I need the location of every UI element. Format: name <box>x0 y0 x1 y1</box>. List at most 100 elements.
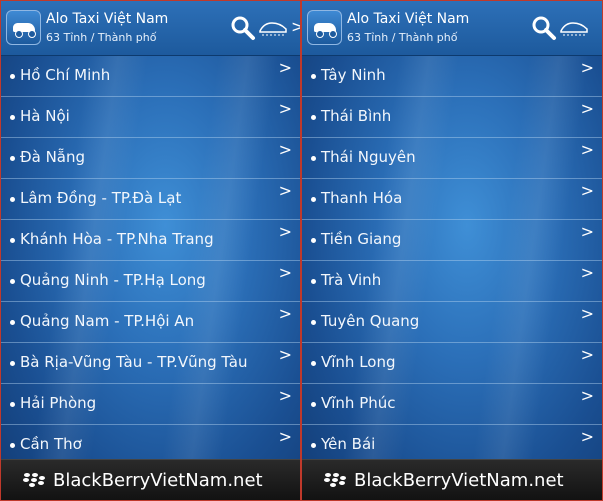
bullet-icon <box>311 197 316 202</box>
footer-bar: BlackBerryVietNam.net <box>1 459 300 500</box>
bullet-icon <box>10 115 15 120</box>
chevron-right-icon: > <box>278 304 292 323</box>
taxi-logo-icon <box>259 22 287 36</box>
bullet-icon <box>10 361 15 366</box>
list-item-label: Hồ Chí Minh <box>20 66 111 84</box>
app-title: Alo Taxi Việt Nam <box>46 11 169 27</box>
footer-bar: BlackBerryVietNam.net <box>302 459 602 500</box>
taxi-car-icon <box>307 10 342 45</box>
search-icon[interactable] <box>230 15 256 41</box>
footer-brand: BlackBerryVietNam.net <box>354 470 564 491</box>
list-item-label: Thanh Hóa <box>321 189 403 207</box>
list-item-label: Thái Bình <box>321 107 392 125</box>
list-item[interactable]: Bà Rịa-Vũng Tàu - TP.Vũng Tàu > <box>1 343 300 384</box>
list-item[interactable]: Tây Ninh > <box>302 56 602 97</box>
list-item[interactable]: Hải Phòng > <box>1 384 300 425</box>
chevron-right-icon: > <box>278 181 292 200</box>
list-item-label: Bà Rịa-Vũng Tàu - TP.Vũng Tàu <box>20 353 248 371</box>
list-item-label: Thái Nguyên <box>321 148 416 166</box>
list-item-label: Hà Nội <box>20 107 70 125</box>
list-item-label: Trà Vinh <box>321 271 382 289</box>
bullet-icon <box>311 279 316 284</box>
chevron-right-icon: > <box>580 58 594 77</box>
list-item-label: Lâm Đồng - TP.Đà Lạt <box>20 189 182 207</box>
chevron-right-icon: > <box>278 140 292 159</box>
list-item[interactable]: Hồ Chí Minh > <box>1 56 300 97</box>
blackberry-icon <box>324 473 346 487</box>
bullet-icon <box>10 402 15 407</box>
list-item[interactable]: Trà Vinh > <box>302 261 602 302</box>
bullet-icon <box>311 156 316 161</box>
app-title: Alo Taxi Việt Nam <box>347 11 470 27</box>
list-item[interactable]: Thái Nguyên > <box>302 138 602 179</box>
city-list: Hồ Chí Minh > Hà Nội > Đà Nẵng > Lâm Đồng -… <box>1 56 300 466</box>
bullet-icon <box>10 238 15 243</box>
list-item-label: Yên Bái <box>321 435 376 453</box>
list-item-label: Tiền Giang <box>321 230 402 248</box>
list-item[interactable]: Lâm Đồng - TP.Đà Lạt > <box>1 179 300 220</box>
chevron-right-icon: > <box>580 386 594 405</box>
list-item[interactable]: Tiền Giang > <box>302 220 602 261</box>
list-item[interactable]: Vĩnh Phúc > <box>302 384 602 425</box>
chevron-right-icon: > <box>580 222 594 241</box>
taxi-logo-icon <box>560 22 588 36</box>
chevron-right-icon: > <box>278 427 292 446</box>
chevron-right-icon: > <box>580 181 594 200</box>
taxi-car-icon <box>6 10 41 45</box>
bullet-icon <box>10 197 15 202</box>
app-subtitle: 63 Tỉnh / Thành phố <box>46 31 157 44</box>
app-header: Alo Taxi Việt Nam 63 Tỉnh / Thành phố <box>302 1 602 56</box>
bullet-icon <box>311 443 316 448</box>
chevron-right-icon: > <box>580 304 594 323</box>
bullet-icon <box>10 443 15 448</box>
list-item-label: Cần Thơ <box>20 435 82 453</box>
left-screen: Alo Taxi Việt Nam 63 Tỉnh / Thành phố > … <box>0 0 301 501</box>
list-item-label: Vĩnh Long <box>321 353 396 371</box>
list-item[interactable]: Quảng Ninh - TP.Hạ Long > <box>1 261 300 302</box>
chevron-right-icon: > <box>580 140 594 159</box>
city-list: Tây Ninh > Thái Bình > Thái Nguyên > Thanh … <box>302 56 602 466</box>
chevron-right-icon: > <box>291 17 300 36</box>
list-item-label: Tây Ninh <box>321 66 386 84</box>
bullet-icon <box>10 320 15 325</box>
chevron-right-icon: > <box>278 345 292 364</box>
bullet-icon <box>10 156 15 161</box>
chevron-right-icon: > <box>580 99 594 118</box>
bullet-icon <box>311 361 316 366</box>
list-item[interactable]: Thanh Hóa > <box>302 179 602 220</box>
list-item[interactable]: Hà Nội > <box>1 97 300 138</box>
chevron-right-icon: > <box>278 263 292 282</box>
chevron-right-icon: > <box>278 222 292 241</box>
app-header: Alo Taxi Việt Nam 63 Tỉnh / Thành phố > <box>1 1 300 56</box>
bullet-icon <box>311 238 316 243</box>
right-screen: Alo Taxi Việt Nam 63 Tỉnh / Thành phố Tâ… <box>301 0 603 501</box>
list-item-label: Tuyên Quang <box>321 312 420 330</box>
chevron-right-icon: > <box>278 58 292 77</box>
list-item[interactable]: Đà Nẵng > <box>1 138 300 179</box>
list-item-label: Vĩnh Phúc <box>321 394 396 412</box>
bullet-icon <box>10 74 15 79</box>
app-subtitle: 63 Tỉnh / Thành phố <box>347 31 458 44</box>
bullet-icon <box>311 320 316 325</box>
blackberry-icon <box>23 473 45 487</box>
chevron-right-icon: > <box>278 99 292 118</box>
bullet-icon <box>311 74 316 79</box>
footer-brand: BlackBerryVietNam.net <box>53 470 263 491</box>
list-item-label: Đà Nẵng <box>20 148 86 166</box>
list-item-label: Quảng Ninh - TP.Hạ Long <box>20 271 206 289</box>
list-item-label: Quảng Nam - TP.Hội An <box>20 312 195 330</box>
list-item[interactable]: Khánh Hòa - TP.Nha Trang > <box>1 220 300 261</box>
list-item-label: Hải Phòng <box>20 394 97 412</box>
list-item[interactable]: Quảng Nam - TP.Hội An > <box>1 302 300 343</box>
chevron-right-icon: > <box>580 345 594 364</box>
list-item[interactable]: Vĩnh Long > <box>302 343 602 384</box>
list-item-label: Khánh Hòa - TP.Nha Trang <box>20 230 214 248</box>
chevron-right-icon: > <box>278 386 292 405</box>
bullet-icon <box>311 402 316 407</box>
list-item[interactable]: Thái Bình > <box>302 97 602 138</box>
search-icon[interactable] <box>531 15 557 41</box>
bullet-icon <box>10 279 15 284</box>
list-item[interactable]: Tuyên Quang > <box>302 302 602 343</box>
chevron-right-icon: > <box>580 263 594 282</box>
bullet-icon <box>311 115 316 120</box>
